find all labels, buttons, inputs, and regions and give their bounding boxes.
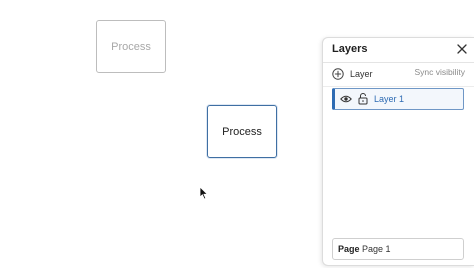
panel-header: Layers — [323, 38, 474, 63]
page-selector[interactable]: Page Page 1 — [332, 238, 464, 260]
process-shape-label: Process — [222, 125, 262, 138]
process-shape-selected[interactable]: Process — [207, 105, 277, 158]
sync-visibility-link[interactable]: Sync visibility — [414, 67, 465, 77]
layer-row[interactable]: Layer 1 — [332, 88, 464, 110]
page-value: Page 1 — [362, 244, 391, 254]
layers-panel: Layers Layer Sync visibility Layer 1 Pag… — [322, 37, 474, 266]
panel-title: Layers — [332, 43, 368, 55]
close-icon[interactable] — [456, 43, 468, 55]
layer-name: Layer 1 — [374, 94, 405, 104]
plus-circle-icon — [332, 68, 344, 80]
eye-icon[interactable] — [340, 94, 352, 104]
add-layer-label: Layer — [350, 69, 373, 79]
page-label: Page — [338, 244, 360, 254]
add-layer-button[interactable]: Layer — [332, 67, 373, 81]
lock-icon[interactable] — [358, 92, 368, 105]
mouse-pointer-icon — [199, 186, 209, 200]
process-shape-faded[interactable]: Process — [96, 20, 166, 73]
process-shape-label: Process — [111, 40, 151, 53]
